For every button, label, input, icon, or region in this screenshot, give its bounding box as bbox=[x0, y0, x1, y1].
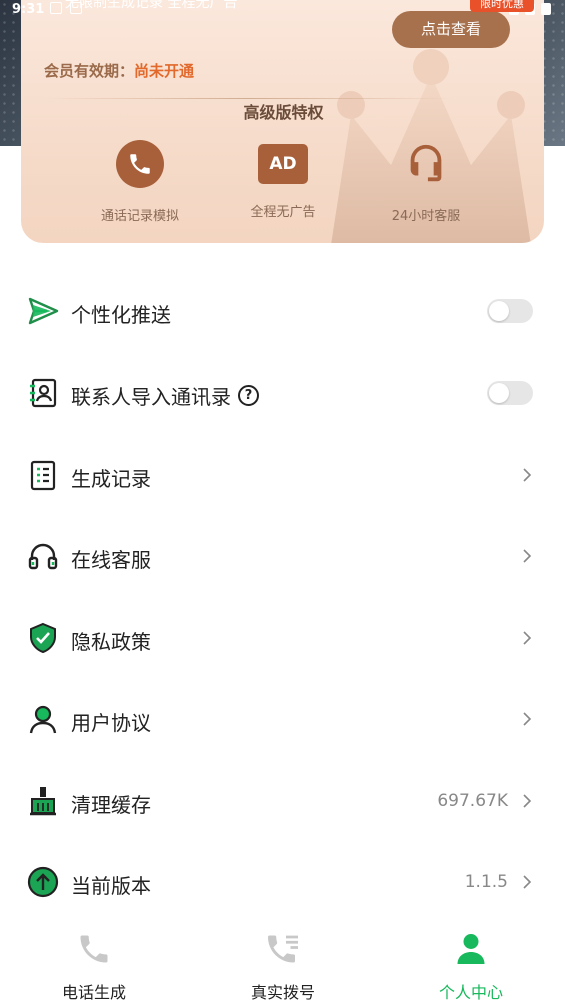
settings-label: 清理缓存 bbox=[71, 793, 151, 817]
membership-label: 会员有效期： bbox=[44, 62, 135, 80]
phone-icon bbox=[80, 935, 108, 963]
version-value: 1.1.5 bbox=[464, 872, 508, 892]
settings-label-row: 联系人导入通讯录 ? bbox=[71, 381, 259, 410]
chevron-right-icon bbox=[523, 631, 532, 645]
settings-label: 生成记录 bbox=[71, 467, 151, 491]
settings-label: 用户协议 bbox=[71, 711, 151, 735]
settings-item-support[interactable]: 在线客服 bbox=[0, 515, 565, 597]
chevron-right-icon bbox=[523, 794, 532, 808]
privileges-title: 高级版特权 bbox=[243, 103, 324, 122]
privilege-call-log: 通话记录模拟 bbox=[70, 140, 210, 224]
person-icon bbox=[457, 934, 485, 964]
settings-item-records[interactable]: 生成记录 bbox=[0, 434, 565, 516]
membership-row: 会员有效期：尚未开通 bbox=[44, 60, 194, 81]
chevron-right-icon bbox=[523, 875, 532, 889]
headphones-icon bbox=[28, 543, 58, 570]
settings-label: 联系人导入通讯录 bbox=[71, 385, 231, 409]
dial-list-icon bbox=[268, 935, 298, 963]
upgrade-icon bbox=[27, 866, 59, 898]
status-time: 9:31 bbox=[12, 2, 45, 17]
user-icon bbox=[29, 705, 57, 734]
ad-icon: AD bbox=[258, 144, 308, 184]
phone-icon bbox=[116, 140, 164, 188]
settings-label: 在线客服 bbox=[71, 548, 151, 572]
privilege-support: 24小时客服 bbox=[356, 140, 496, 224]
contacts-import-toggle[interactable] bbox=[487, 381, 533, 405]
nav-label: 个人中心 bbox=[438, 983, 503, 1002]
headset-icon bbox=[402, 140, 450, 188]
nav-label: 电话生成 bbox=[61, 983, 126, 1002]
settings-item-agreement[interactable]: 用户协议 bbox=[0, 678, 565, 760]
settings-item-contacts-import[interactable]: 联系人导入通讯录 ? bbox=[0, 352, 565, 434]
settings-label: 隐私政策 bbox=[71, 630, 151, 654]
settings-item-version[interactable]: 当前版本 1.1.5 bbox=[0, 841, 565, 923]
broom-icon bbox=[30, 787, 56, 816]
send-icon bbox=[28, 297, 59, 325]
help-icon[interactable]: ? bbox=[238, 385, 259, 406]
chevron-right-icon bbox=[523, 549, 532, 563]
settings-label: 个性化推送 bbox=[71, 303, 171, 327]
shield-icon bbox=[30, 622, 56, 654]
cache-size: 697.67K bbox=[437, 791, 508, 811]
privilege-label: 24小时客服 bbox=[391, 209, 461, 224]
promo-tag[interactable]: 限时优惠 bbox=[470, 0, 534, 12]
settings-item-privacy[interactable]: 隐私政策 bbox=[0, 597, 565, 679]
membership-value: 尚未开通 bbox=[134, 62, 195, 80]
chevron-right-icon bbox=[523, 468, 532, 482]
notification-icons bbox=[50, 2, 82, 14]
push-toggle[interactable] bbox=[487, 299, 533, 323]
privilege-no-ads: AD 全程无广告 bbox=[213, 140, 353, 220]
records-icon bbox=[30, 460, 56, 491]
privilege-label: 全程无广告 bbox=[250, 205, 316, 220]
nav-real-dial[interactable]: 真实拨号 bbox=[213, 920, 353, 1004]
settings-label: 当前版本 bbox=[71, 874, 151, 898]
privilege-label: 通话记录模拟 bbox=[100, 209, 179, 224]
chevron-right-icon bbox=[523, 712, 532, 726]
bottom-nav: 电话生成 真实拨号 个人中心 bbox=[0, 920, 565, 1004]
settings-item-push[interactable]: 个性化推送 bbox=[0, 270, 565, 352]
nav-personal-center[interactable]: 个人中心 bbox=[401, 920, 541, 1004]
settings-item-clear-cache[interactable]: 清理缓存 697.67K bbox=[0, 760, 565, 842]
contacts-import-icon bbox=[30, 378, 57, 408]
vip-card: 无限制生成记录 全程无广告 点击查看 会员有效期：尚未开通 高级版特权 通话记录… bbox=[21, 0, 544, 243]
nav-phone-generate[interactable]: 电话生成 bbox=[24, 920, 164, 1004]
nav-label: 真实拨号 bbox=[250, 983, 315, 1002]
